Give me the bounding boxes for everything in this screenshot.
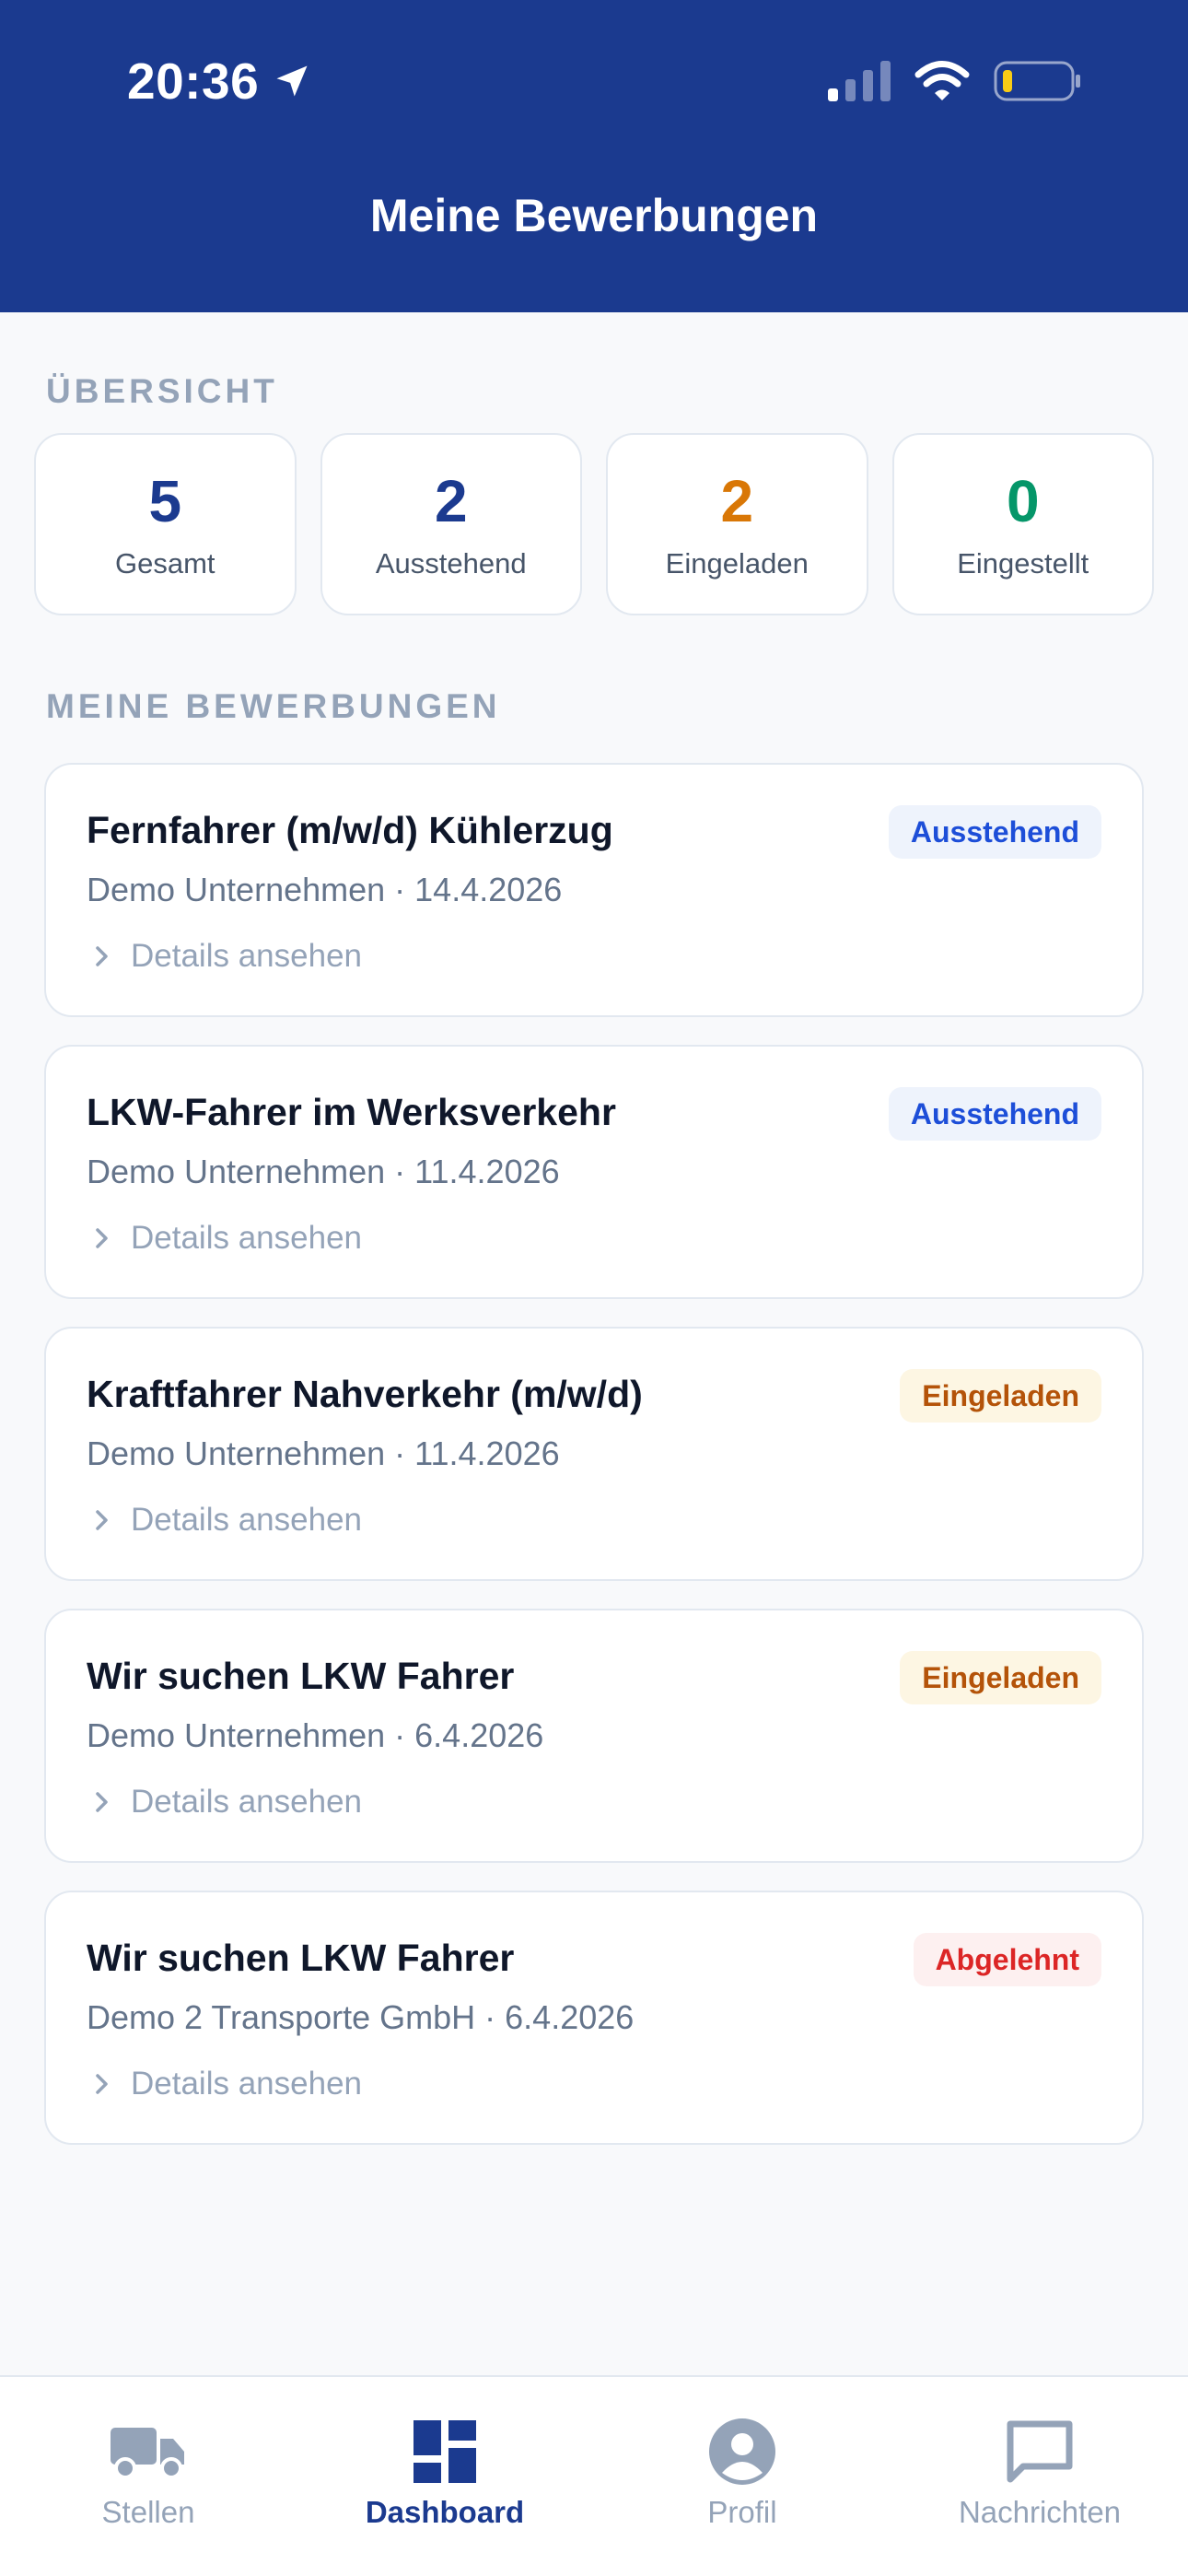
applications-label: MEINE BEWERBUNGEN — [46, 687, 501, 725]
application-card[interactable]: Wir suchen LKW Fahrer Demo Unternehmen ·… — [44, 1609, 1144, 1863]
tab-label: Stellen — [101, 2495, 195, 2529]
stat-value: 2 — [720, 468, 754, 534]
application-title: Wir suchen LKW Fahrer — [87, 1937, 515, 1979]
details-label: Details ansehen — [131, 1220, 362, 1256]
stat-card-total[interactable]: 5 Gesamt — [34, 433, 297, 615]
chevron-right-icon — [96, 2074, 108, 2094]
chevron-right-icon — [96, 946, 108, 966]
stat-card-invited[interactable]: 2 Eingeladen — [606, 433, 868, 615]
details-label: Details ansehen — [131, 938, 362, 974]
chevron-right-icon — [96, 1228, 108, 1248]
application-title: Wir suchen LKW Fahrer — [87, 1655, 515, 1697]
tab-nachrichten[interactable]: Nachrichten — [891, 2377, 1188, 2576]
tab-label: Profil — [707, 2495, 777, 2529]
location-arrow-icon — [276, 65, 308, 97]
battery-icon — [994, 61, 1080, 101]
chevron-right-icon — [96, 1510, 108, 1530]
application-card[interactable]: LKW-Fahrer im Werksverkehr Demo Unterneh… — [44, 1045, 1144, 1299]
status-time-text: 20:36 — [127, 53, 260, 110]
application-card[interactable]: Kraftfahrer Nahverkehr (m/w/d) Demo Unte… — [44, 1327, 1144, 1581]
stat-label: Ausstehend — [375, 547, 527, 580]
details-link[interactable]: Details ansehen — [94, 938, 362, 975]
tab-label: Dashboard — [365, 2495, 525, 2529]
stat-value: 5 — [148, 468, 182, 534]
application-card[interactable]: Wir suchen LKW Fahrer Demo 2 Transporte … — [44, 1891, 1144, 2145]
stat-label: Eingeladen — [665, 547, 809, 580]
overview-label: ÜBERSICHT — [46, 372, 278, 410]
status-badge: Eingeladen — [900, 1651, 1101, 1704]
application-subtitle: Demo 2 Transporte GmbH · 6.4.2026 — [87, 1998, 635, 2036]
stat-value: 2 — [434, 468, 468, 534]
application-title: Fernfahrer (m/w/d) Kühlerzug — [87, 809, 613, 851]
signal-icon — [828, 61, 891, 101]
wifi-icon — [914, 61, 970, 100]
stats-row: 5 Gesamt 2 Ausstehend 2 Eingeladen 0 Ein… — [34, 433, 1154, 615]
application-subtitle: Demo Unternehmen · 11.4.2026 — [87, 1434, 560, 1472]
application-title: LKW-Fahrer im Werksverkehr — [87, 1091, 616, 1133]
stat-card-hired[interactable]: 0 Eingestellt — [891, 433, 1154, 615]
status-badge: Eingeladen — [900, 1369, 1101, 1423]
application-subtitle: Demo Unternehmen · 11.4.2026 — [87, 1153, 560, 1190]
details-label: Details ansehen — [131, 1502, 362, 1538]
tab-label: Nachrichten — [958, 2495, 1122, 2529]
tab-profil[interactable]: Profil — [594, 2377, 891, 2576]
details-link[interactable]: Details ansehen — [94, 1502, 362, 1539]
stat-value: 0 — [1006, 468, 1040, 534]
details-link[interactable]: Details ansehen — [94, 2066, 362, 2102]
status-badge: Abgelehnt — [913, 1933, 1101, 1986]
application-card[interactable]: Fernfahrer (m/w/d) Kühlerzug Demo Untern… — [44, 763, 1144, 1017]
tab-stellen[interactable]: Stellen — [0, 2377, 297, 2576]
stat-label: Gesamt — [114, 547, 215, 580]
screen: 20:36 Meine Bewerbungen ÜBERSICHT 5 Gesa… — [0, 0, 1188, 2576]
details-label: Details ansehen — [131, 1784, 362, 1820]
status-icons — [828, 55, 1082, 107]
details-link[interactable]: Details ansehen — [94, 1220, 362, 1257]
stat-label: Eingestellt — [957, 547, 1089, 580]
chevron-right-icon — [96, 1792, 108, 1812]
message-icon — [1007, 2420, 1073, 2483]
application-subtitle: Demo Unternehmen · 6.4.2026 — [87, 1716, 544, 1754]
status-time: 20:36 — [127, 48, 312, 114]
details-link[interactable]: Details ansehen — [94, 1784, 362, 1821]
application-subtitle: Demo Unternehmen · 14.4.2026 — [87, 871, 563, 908]
app-header: 20:36 Meine Bewerbungen — [0, 0, 1188, 312]
tab-bar: Stellen Dashboard Profil Nachrichten — [0, 2375, 1188, 2576]
status-badge: Ausstehend — [888, 1087, 1101, 1141]
status-badge: Ausstehend — [888, 805, 1101, 859]
stat-card-pending[interactable]: 2 Ausstehend — [320, 433, 582, 615]
page-title: Meine Bewerbungen — [369, 190, 819, 241]
application-title: Kraftfahrer Nahverkehr (m/w/d) — [87, 1373, 643, 1415]
tab-dashboard[interactable]: Dashboard — [297, 2377, 593, 2576]
dashboard-icon — [413, 2420, 476, 2483]
details-label: Details ansehen — [131, 2066, 362, 2102]
applications-list: Fernfahrer (m/w/d) Kühlerzug Demo Untern… — [44, 763, 1144, 2172]
truck-icon — [111, 2428, 184, 2479]
profile-icon — [709, 2418, 775, 2485]
